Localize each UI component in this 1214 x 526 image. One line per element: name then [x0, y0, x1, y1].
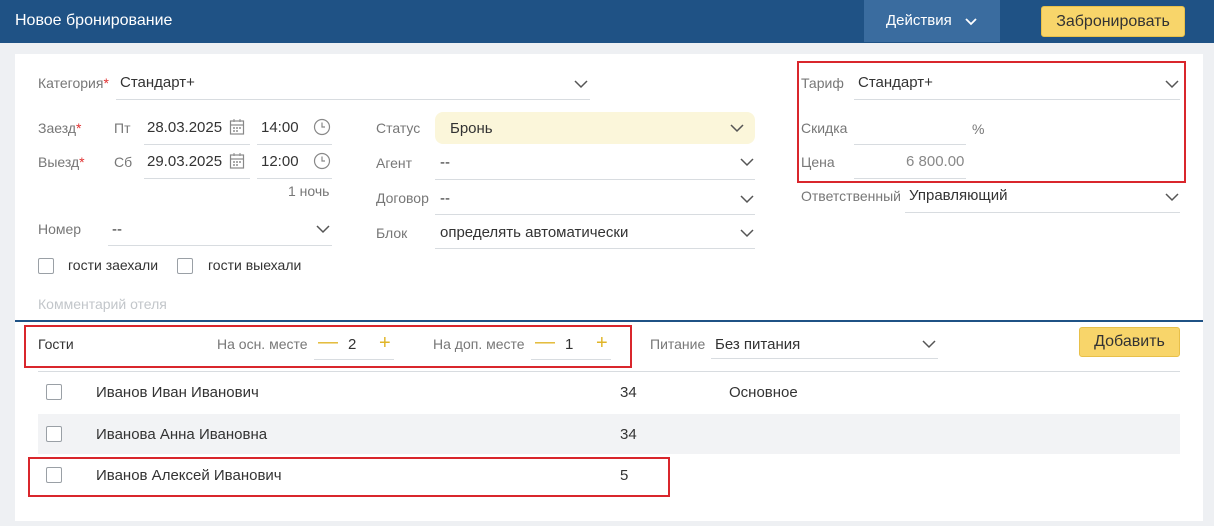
contract-select-value[interactable]: --	[440, 190, 450, 207]
block-underline	[435, 248, 755, 249]
contract-label: Договор	[376, 190, 429, 206]
page-title: Новое бронирование	[15, 12, 173, 29]
guest-age: 34	[620, 384, 637, 401]
book-button[interactable]: Забронировать	[1041, 6, 1185, 37]
checkout-weekday: Сб	[114, 154, 133, 170]
add-guest-button[interactable]: Добавить	[1079, 327, 1180, 357]
guests-header-divider	[38, 371, 1180, 372]
room-underline	[108, 245, 332, 246]
guest-age: 34	[620, 426, 637, 443]
chevron-down-icon	[728, 118, 746, 141]
checkout-time-input[interactable]: 12:00	[261, 153, 299, 170]
checkin-date-underline	[144, 144, 250, 145]
tariff-highlight-box	[797, 61, 1186, 183]
guest-row-checkbox[interactable]	[46, 384, 62, 400]
chevron-down-icon[interactable]	[738, 152, 756, 175]
chevron-down-icon[interactable]	[572, 74, 590, 97]
chevron-down-icon	[964, 11, 978, 31]
meal-select-value[interactable]: Без питания	[715, 336, 800, 353]
guests-checked-out-label: гости выехали	[208, 257, 302, 273]
chevron-down-icon[interactable]	[314, 219, 332, 242]
hotel-comment-input[interactable]: Комментарий отеля	[38, 296, 167, 312]
guests-checked-in-checkbox[interactable]	[38, 258, 54, 274]
clock-icon[interactable]	[313, 152, 331, 173]
checkin-label: Заезд*	[38, 120, 82, 136]
responsible-underline	[905, 212, 1180, 213]
checkin-time-input[interactable]: 14:00	[261, 119, 299, 136]
status-select-value: Бронь	[450, 120, 493, 137]
contract-underline	[435, 214, 755, 215]
block-select-value[interactable]: определять автоматически	[440, 224, 628, 241]
actions-dropdown[interactable]: Действия	[864, 0, 1000, 42]
room-label: Номер	[38, 221, 82, 237]
chevron-down-icon[interactable]	[738, 189, 756, 212]
guest-place: Основное	[729, 384, 798, 401]
responsible-select-value[interactable]: Управляющий	[909, 187, 1008, 204]
child-guest-highlight-box	[28, 457, 670, 497]
checkin-time-underline	[257, 144, 332, 145]
status-label: Статус	[376, 120, 421, 136]
actions-label: Действия	[886, 12, 952, 29]
checkout-label: Выезд*	[38, 154, 85, 170]
guest-row-checkbox[interactable]	[46, 426, 62, 442]
guests-count-highlight-box	[24, 325, 632, 368]
calendar-icon[interactable]	[229, 118, 245, 139]
checkout-time-underline	[257, 178, 332, 179]
checkin-weekday: Пт	[114, 120, 131, 136]
checkin-date-input[interactable]: 28.03.2025	[147, 119, 222, 136]
category-label: Категория*	[38, 75, 109, 91]
guest-name: Иванов Иван Иванович	[96, 384, 259, 401]
agent-label: Агент	[376, 155, 413, 171]
top-bar: Новое бронирование Действия Забронироват…	[0, 0, 1214, 43]
guest-name: Иванова Анна Ивановна	[96, 426, 268, 443]
chevron-down-icon[interactable]	[738, 223, 756, 246]
category-select-value[interactable]: Стандарт+	[120, 74, 195, 91]
guests-checked-out-checkbox[interactable]	[177, 258, 193, 274]
chevron-down-icon[interactable]	[1163, 187, 1181, 210]
room-select-value[interactable]: --	[112, 221, 122, 238]
chevron-down-icon[interactable]	[920, 334, 938, 357]
checkout-date-input[interactable]: 29.03.2025	[147, 153, 222, 170]
block-label: Блок	[376, 225, 408, 241]
clock-icon[interactable]	[313, 118, 331, 139]
calendar-icon[interactable]	[229, 152, 245, 173]
meal-underline	[711, 358, 938, 359]
agent-select-value[interactable]: --	[440, 154, 450, 171]
meal-label: Питание	[650, 336, 706, 352]
checkout-date-underline	[144, 178, 250, 179]
nights-count: 1 ночь	[288, 183, 330, 199]
section-separator	[15, 320, 1203, 322]
category-underline	[116, 99, 590, 100]
responsible-label: Ответственный	[801, 188, 901, 204]
guests-checked-in-label: гости заехали	[68, 257, 159, 273]
agent-underline	[435, 179, 755, 180]
